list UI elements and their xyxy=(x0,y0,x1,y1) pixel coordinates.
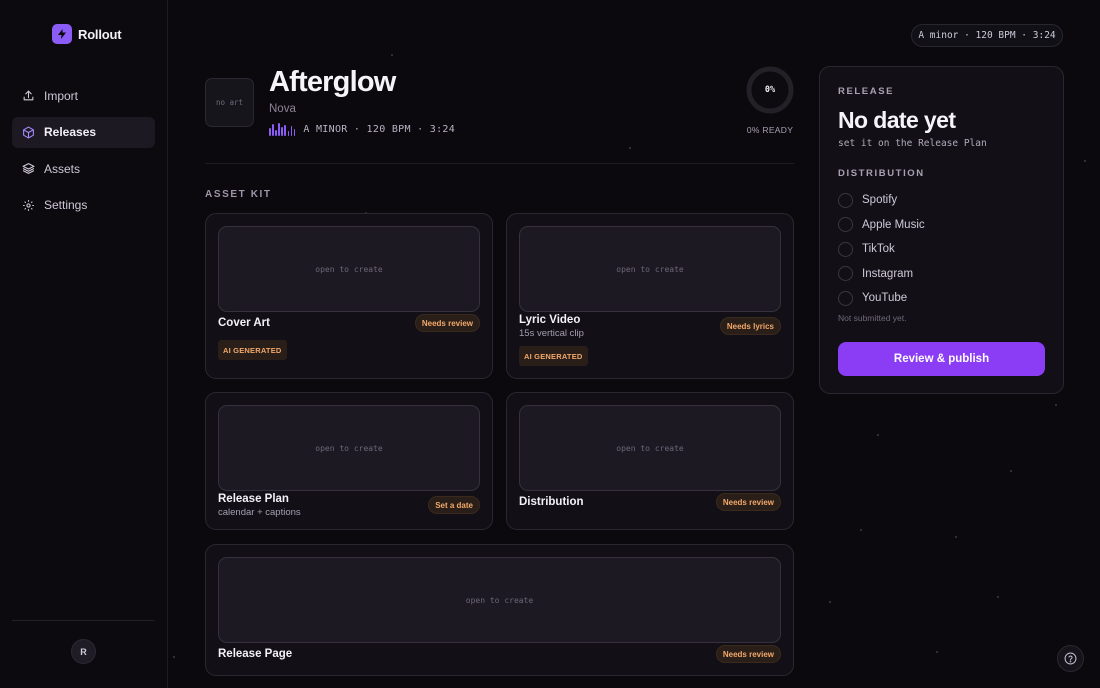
submission-status: Not submitted yet. xyxy=(838,313,907,323)
platform-apple-music[interactable]: Apple Music xyxy=(838,213,925,238)
platform-name: Spotify xyxy=(862,194,898,207)
status-badge: Needs lyrics xyxy=(719,317,781,335)
sidebar-item-settings[interactable]: Settings xyxy=(12,190,155,221)
asset-card-distribution[interactable]: open to create Distribution Needs review xyxy=(506,392,794,530)
artist-name: Nova xyxy=(269,103,296,115)
platform-name: Apple Music xyxy=(862,218,925,231)
progress-percent: 0% xyxy=(764,85,776,95)
sidebar-item-label: Releases xyxy=(44,125,97,139)
asset-card-cover-art[interactable]: open to create Cover Art Needs review AI… xyxy=(205,213,493,379)
card-preview[interactable]: open to create xyxy=(218,405,480,491)
status-badge: Needs review xyxy=(414,314,480,332)
card-preview[interactable]: open to create xyxy=(218,557,781,643)
platform-radio[interactable] xyxy=(838,290,853,306)
status-badge: Needs review xyxy=(715,645,781,663)
platform-youtube[interactable]: YouTube xyxy=(838,286,925,311)
sidebar-item-releases[interactable]: Releases xyxy=(12,116,155,148)
layers-icon xyxy=(22,163,35,174)
waveform-icon xyxy=(269,123,296,136)
card-title: Release Plan xyxy=(218,493,289,505)
asset-kit-title: ASSET KIT xyxy=(205,189,272,200)
platform-tiktok[interactable]: TikTok xyxy=(838,237,925,262)
platform-radio[interactable] xyxy=(838,241,853,257)
track-meta: A MINOR · 120 BPM · 3:24 xyxy=(269,123,455,136)
sidebar-divider xyxy=(12,620,155,621)
sidebar: Rollout Import Releases Assets Settings … xyxy=(0,0,168,688)
card-preview[interactable]: open to create xyxy=(519,226,781,312)
platform-name: Instagram xyxy=(862,267,914,280)
platform-radio[interactable] xyxy=(838,217,853,233)
album-art-placeholder[interactable]: no art xyxy=(205,78,254,127)
sidebar-item-assets[interactable]: Assets xyxy=(12,153,155,184)
platform-name: YouTube xyxy=(862,292,908,305)
sidebar-item-label: Import xyxy=(44,88,79,103)
release-date-hint: set it on the Release Plan xyxy=(838,138,987,149)
ready-label: 0% READY xyxy=(746,125,794,135)
card-preview[interactable]: open to create xyxy=(218,226,480,312)
release-panel: RELEASE No date yet set it on the Releas… xyxy=(819,66,1064,394)
sidebar-item-label: Settings xyxy=(44,198,88,212)
card-title: Distribution xyxy=(519,496,584,508)
asset-card-release-page[interactable]: open to create Release Page Needs review xyxy=(205,544,794,676)
avatar[interactable]: R xyxy=(71,639,96,664)
release-date: No date yet xyxy=(838,107,956,133)
header-divider xyxy=(205,163,794,164)
platform-instagram[interactable]: Instagram xyxy=(838,262,925,287)
platform-spotify[interactable]: Spotify xyxy=(838,188,925,213)
platform-radio[interactable] xyxy=(838,266,853,282)
track-info-pill: A minor · 120 BPM · 3:24 xyxy=(911,24,1063,47)
status-badge: Set a date xyxy=(428,496,480,514)
help-button[interactable] xyxy=(1057,645,1084,672)
card-title: Release Page xyxy=(218,648,293,660)
package-icon xyxy=(23,126,34,138)
platform-radio[interactable] xyxy=(838,192,853,208)
card-subtitle: 15s vertical clip xyxy=(519,328,584,339)
asset-card-lyric-video[interactable]: open to create Lyric Video 15s vertical … xyxy=(506,213,794,379)
distribution-label: DISTRIBUTION xyxy=(838,168,925,179)
gear-icon xyxy=(23,199,34,211)
help-icon xyxy=(1064,652,1077,665)
sidebar-item-import[interactable]: Import xyxy=(12,80,155,111)
ai-generated-badge: AI GENERATED xyxy=(218,340,287,360)
card-subtitle: calendar + captions xyxy=(218,507,301,518)
platform-name: TikTok xyxy=(862,243,895,256)
app-name: Rollout xyxy=(78,26,122,42)
brand[interactable]: Rollout xyxy=(52,24,122,44)
sidebar-item-label: Assets xyxy=(44,161,81,176)
card-title: Lyric Video xyxy=(519,314,581,326)
release-label: RELEASE xyxy=(838,86,895,97)
status-badge: Needs review xyxy=(715,493,781,511)
card-title: Cover Art xyxy=(218,317,270,329)
sidebar-nav: Import Releases Assets Settings xyxy=(12,80,155,226)
track-meta-text: A MINOR · 120 BPM · 3:24 xyxy=(303,124,456,135)
upload-icon xyxy=(23,90,34,101)
card-preview[interactable]: open to create xyxy=(519,405,781,491)
asset-card-release-plan[interactable]: open to create Release Plan calendar + c… xyxy=(205,392,493,530)
review-publish-button[interactable]: Review & publish xyxy=(838,342,1045,376)
distribution-list: Spotify Apple Music TikTok Instagram You… xyxy=(838,188,925,311)
page-title: Afterglow xyxy=(269,66,396,98)
lightning-icon xyxy=(52,24,72,44)
ai-generated-badge: AI GENERATED xyxy=(519,346,588,366)
